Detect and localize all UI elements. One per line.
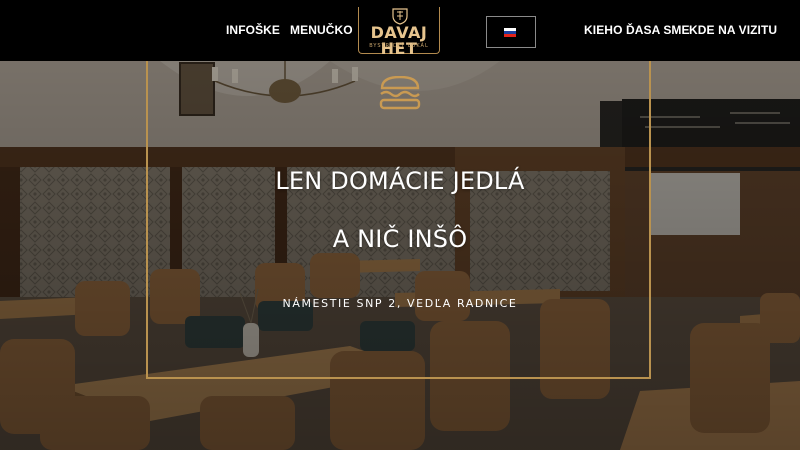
language-selector[interactable] — [486, 16, 536, 48]
hero-headline-line-1: LEN DOMÁCIE JEDLÁ — [275, 167, 525, 195]
hero-section: LEN DOMÁCIE JEDLÁ A NIČ INŠÔ NÁMESTIE SN… — [0, 61, 800, 450]
nav-link-kieho-dasa-sme[interactable]: KIEHO ĎASA SME — [584, 23, 690, 37]
site-header: INFOŠKE MENUČKO DAVAJ HET BYSTRICKÝ LOKÁ… — [0, 0, 800, 61]
nav-link-infoske[interactable]: INFOŠKE — [226, 23, 280, 37]
slovak-flag-icon — [504, 28, 516, 37]
logo-subtitle: BYSTRICKÝ LOKÁL — [369, 43, 429, 49]
burger-icon — [379, 76, 421, 110]
hero-address: NÁMESTIE SNP 2, VEDĽA RADNICE — [282, 297, 518, 310]
hero-headline-line-2: A NIČ INŠÔ — [332, 225, 468, 253]
site-logo[interactable]: DAVAJ HET BYSTRICKÝ LOKÁL — [358, 7, 440, 58]
logo-name: DAVAJ HET — [370, 23, 428, 58]
nav-link-kde-na-vizitu[interactable]: KDE NA VIZITU — [689, 23, 777, 37]
nav-link-menucko[interactable]: MENUČKO — [290, 23, 353, 37]
